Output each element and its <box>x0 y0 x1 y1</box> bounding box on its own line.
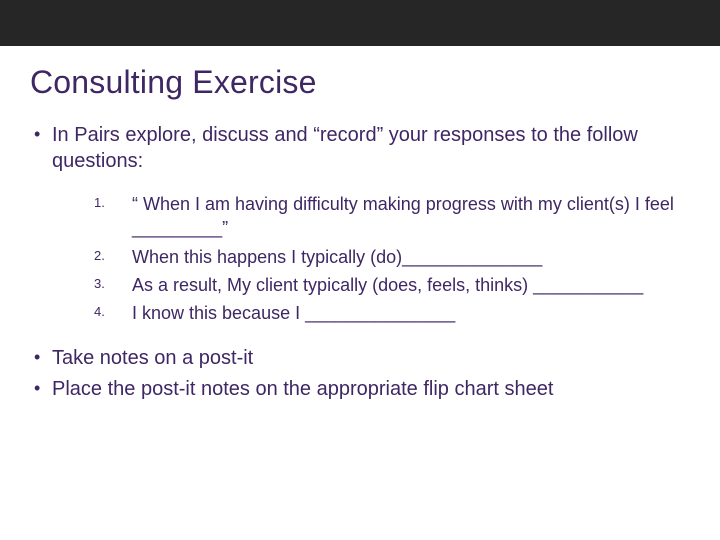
list-text: When this happens I typically (do)______… <box>132 247 542 267</box>
bullet-item: In Pairs explore, discuss and “record” y… <box>32 123 690 326</box>
list-number: 1. <box>94 194 105 212</box>
list-number: 3. <box>94 275 105 293</box>
bullet-list: In Pairs explore, discuss and “record” y… <box>32 123 690 403</box>
bullet-text: Place the post-it notes on the appropria… <box>52 378 553 400</box>
numbered-list: 1. “ When I am having difficulty making … <box>94 192 690 325</box>
list-text: I know this because I _______________ <box>132 303 455 323</box>
list-item: 1. “ When I am having difficulty making … <box>94 192 690 241</box>
list-item: 3. As a result, My client typically (doe… <box>94 273 690 297</box>
list-number: 4. <box>94 303 105 321</box>
bullet-item: Take notes on a post-it <box>32 346 690 372</box>
list-text: “ When I am having difficulty making pro… <box>132 194 674 238</box>
slide-title: Consulting Exercise <box>30 64 690 101</box>
bullet-text: Take notes on a post-it <box>52 347 253 369</box>
list-number: 2. <box>94 247 105 265</box>
top-bar <box>0 0 720 46</box>
list-item: 4. I know this because I _______________ <box>94 301 690 325</box>
list-item: 2. When this happens I typically (do)___… <box>94 245 690 269</box>
bullet-text: In Pairs explore, discuss and “record” y… <box>52 124 638 172</box>
slide-body: Consulting Exercise In Pairs explore, di… <box>0 46 720 403</box>
list-text: As a result, My client typically (does, … <box>132 275 643 295</box>
bullet-item: Place the post-it notes on the appropria… <box>32 377 690 403</box>
